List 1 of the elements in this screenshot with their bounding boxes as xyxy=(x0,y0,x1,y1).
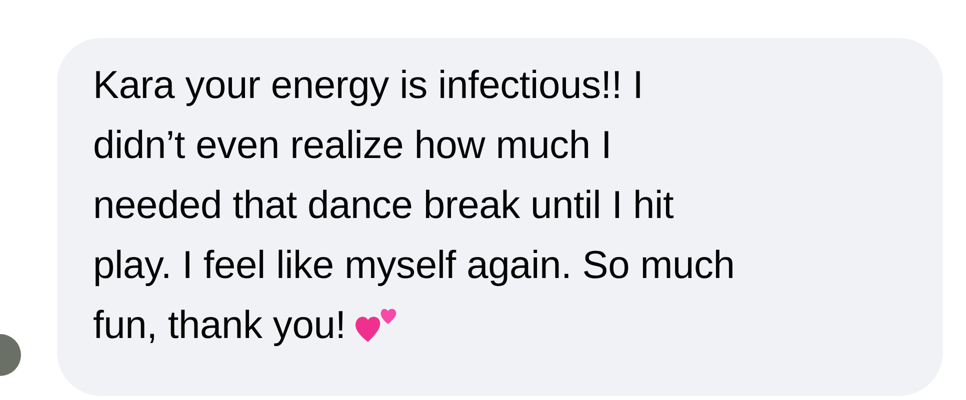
message-text: Kara your energy is infectious!! I didn’t even realize how much I needed that dance break until I hit play. I feel like myself again. So much fun, thank you! xyxy=(93,63,736,349)
